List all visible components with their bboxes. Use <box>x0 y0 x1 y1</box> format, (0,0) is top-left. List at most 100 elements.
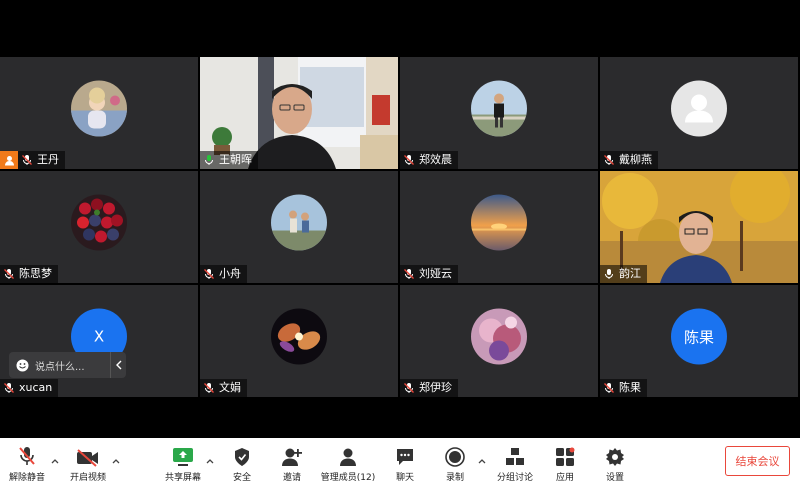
participant-tile[interactable]: X xucan <box>0 285 198 397</box>
record-label: 录制 <box>445 473 464 483</box>
record-button[interactable]: 录制 <box>438 438 472 486</box>
share-screen-icon <box>172 443 194 467</box>
apps-button[interactable]: 应用 <box>548 438 582 486</box>
participant-tile[interactable]: 郑效晨 <box>400 57 598 169</box>
share-screen-button[interactable]: 共享屏幕 <box>162 438 204 486</box>
participant-avatar <box>471 80 527 137</box>
share-screen-label: 共享屏幕 <box>164 473 201 483</box>
breakout-rooms-icon <box>505 443 525 467</box>
start-video-label: 开启视频 <box>69 473 106 483</box>
default-user-icon <box>671 80 727 137</box>
participant-name: 陈思梦 <box>19 267 52 280</box>
invite-button[interactable]: 邀请 <box>274 438 310 486</box>
participant-avatar <box>71 80 127 137</box>
breakout-button[interactable]: 分组讨论 <box>494 438 536 486</box>
participant-avatar <box>271 308 327 365</box>
participant-avatar-letter: 陈果 <box>671 308 727 365</box>
unmute-label: 解除静音 <box>8 473 45 483</box>
participant-name: 文娟 <box>219 381 241 394</box>
chevron-up-icon[interactable] <box>477 456 487 466</box>
members-icon <box>337 443 359 467</box>
end-meeting-button[interactable]: 结束会议 <box>725 446 790 476</box>
mic-muted-icon <box>202 381 216 395</box>
participant-tile[interactable]: 郑伊珍 <box>400 285 598 397</box>
mic-muted-icon <box>402 153 416 167</box>
video-grid: 王丹 王朝晖 郑效晨 戴柳燕 陈思梦 小舟 刘娅云 韵江 X xucan 文娟 … <box>0 57 800 397</box>
mic-icon <box>602 267 616 281</box>
participant-name: 郑效晨 <box>419 153 452 166</box>
participant-tile[interactable]: 陈思梦 <box>0 171 198 283</box>
invite-label: 邀请 <box>282 473 301 483</box>
participant-tile-video[interactable]: 王朝晖 <box>200 57 398 169</box>
host-icon <box>0 151 18 169</box>
participant-name: 王丹 <box>37 153 59 166</box>
emoji-icon[interactable] <box>9 359 35 372</box>
participant-avatar <box>471 308 527 365</box>
mic-muted-icon <box>402 267 416 281</box>
participant-nametag: 文娟 <box>200 379 247 397</box>
participant-nametag: 陈思梦 <box>0 265 58 283</box>
chevron-up-icon[interactable] <box>50 456 60 466</box>
participant-avatar <box>71 194 127 251</box>
chevron-left-icon[interactable] <box>110 352 126 378</box>
mic-muted-icon <box>17 443 37 467</box>
participant-tile[interactable]: 文娟 <box>200 285 398 397</box>
mic-muted-icon <box>2 381 16 395</box>
participant-name: 戴柳燕 <box>619 153 652 166</box>
mic-muted-icon <box>402 381 416 395</box>
participant-name: 郑伊珍 <box>419 381 452 394</box>
unmute-button[interactable]: 解除静音 <box>6 438 48 486</box>
participant-tile[interactable]: 陈果 陈果 <box>600 285 798 397</box>
mic-muted-icon <box>602 381 616 395</box>
chat-placeholder[interactable]: 说点什么... <box>35 358 110 373</box>
security-button[interactable]: 安全 <box>224 438 260 486</box>
participant-nametag: 小舟 <box>200 265 247 283</box>
participant-nametag: 郑效晨 <box>400 151 458 169</box>
participant-name: 刘娅云 <box>419 267 452 280</box>
participant-nametag: 陈果 <box>600 379 647 397</box>
chat-quick-input[interactable]: 说点什么... <box>9 352 126 378</box>
participant-avatar <box>471 194 527 251</box>
participant-nametag: 韵江 <box>600 265 647 283</box>
mic-active-icon <box>202 153 216 167</box>
start-video-button[interactable]: 开启视频 <box>66 438 110 486</box>
participant-name: 陈果 <box>619 381 641 394</box>
apps-grid-icon <box>555 443 575 467</box>
participant-avatar <box>271 194 327 251</box>
meeting-toolbar: 解除静音 开启视频 共享屏幕 安全 邀请 管理成员(12) 聊天 录制 分组讨论… <box>0 438 800 486</box>
participant-nametag: 郑伊珍 <box>400 379 458 397</box>
chat-button[interactable]: 聊天 <box>388 438 422 486</box>
mic-muted-icon <box>602 153 616 167</box>
settings-label: 设置 <box>605 473 624 483</box>
participant-nametag: 刘娅云 <box>400 265 458 283</box>
settings-button[interactable]: 设置 <box>598 438 632 486</box>
camera-off-icon <box>76 443 100 467</box>
mic-muted-icon <box>2 267 16 281</box>
participant-name: 王朝晖 <box>219 153 252 166</box>
chevron-up-icon[interactable] <box>111 456 121 466</box>
participant-tile-video[interactable]: 韵江 <box>600 171 798 283</box>
gear-icon <box>605 443 625 467</box>
participant-tile[interactable]: 刘娅云 <box>400 171 598 283</box>
apps-label: 应用 <box>555 473 574 483</box>
participant-tile[interactable]: 小舟 <box>200 171 398 283</box>
security-label: 安全 <box>232 473 251 483</box>
participant-nametag: xucan <box>0 379 59 397</box>
participant-tile[interactable]: 王丹 <box>0 57 198 169</box>
add-user-icon <box>281 443 303 467</box>
meeting-window: 王丹 王朝晖 郑效晨 戴柳燕 陈思梦 小舟 刘娅云 韵江 X xucan 文娟 … <box>0 0 800 486</box>
chevron-up-icon[interactable] <box>205 456 215 466</box>
manage-members-button[interactable]: 管理成员(12) <box>318 438 378 486</box>
participant-name: 韵江 <box>619 267 641 280</box>
mic-muted-icon <box>20 153 34 167</box>
chat-label: 聊天 <box>395 473 414 483</box>
shield-icon <box>233 443 251 467</box>
mic-muted-icon <box>202 267 216 281</box>
record-icon <box>445 443 465 467</box>
chat-icon <box>395 443 415 467</box>
participant-nametag: 王朝晖 <box>200 151 258 169</box>
participant-name: xucan <box>19 381 53 394</box>
participant-nametag: 王丹 <box>18 151 65 169</box>
manage-members-label: 管理成员(12) <box>320 473 376 483</box>
participant-tile[interactable]: 戴柳燕 <box>600 57 798 169</box>
